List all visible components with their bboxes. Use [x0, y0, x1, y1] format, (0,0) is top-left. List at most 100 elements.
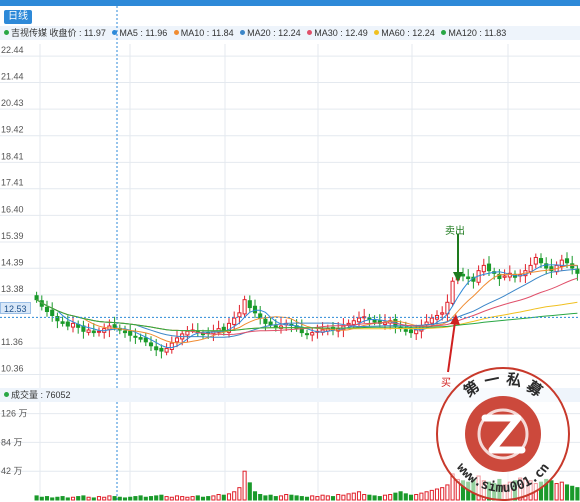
candle — [133, 335, 138, 338]
volume-bar — [232, 491, 237, 501]
volume-tick-label: 126 万 — [1, 409, 28, 419]
candle — [564, 258, 570, 264]
y-tick-label: 22.44 — [1, 45, 24, 55]
volume-bar — [174, 495, 180, 501]
volume-bar — [398, 491, 403, 501]
candle — [148, 342, 154, 347]
candle — [70, 322, 76, 328]
volume-bar — [200, 496, 206, 501]
volume-bar — [164, 496, 169, 501]
volume-bar — [346, 493, 351, 501]
candle — [429, 317, 434, 324]
volume-bar — [242, 470, 247, 501]
ma-line-ma20 — [36, 268, 578, 338]
candle — [440, 312, 445, 315]
volume-bar — [122, 497, 128, 501]
y-tick-label: 20.43 — [1, 98, 24, 108]
candle — [185, 330, 190, 336]
candle — [44, 306, 50, 313]
candle — [143, 337, 148, 343]
simu-watermark-seal: 第 一 私 募 www.simu001.cn — [436, 367, 570, 501]
volume-bar — [382, 494, 388, 501]
volume-bar — [128, 496, 133, 501]
volume-bar — [148, 496, 154, 501]
y-tick-label: 11.36 — [1, 337, 23, 347]
candle — [242, 299, 247, 315]
y-tick-label: 18.41 — [1, 151, 24, 161]
volume-bar — [310, 495, 315, 501]
sell-arrow-head-icon — [453, 272, 463, 282]
candle — [538, 258, 544, 264]
candle — [96, 330, 102, 333]
volume-bar — [138, 495, 143, 501]
volume-bar — [258, 494, 263, 501]
volume-bar — [70, 496, 76, 501]
candle — [128, 330, 133, 336]
volume-bar — [315, 496, 320, 501]
candle — [310, 332, 315, 336]
candle — [65, 321, 70, 327]
volume-bar — [34, 495, 39, 501]
volume-bar — [330, 496, 336, 501]
volume-bar — [341, 494, 346, 501]
candle — [164, 347, 169, 353]
candle — [304, 333, 310, 336]
volume-bar — [419, 492, 424, 501]
volume-bar — [216, 494, 221, 501]
volume-bar — [351, 492, 356, 501]
candle — [414, 329, 419, 335]
volume-bar — [60, 496, 65, 501]
volume-bar — [252, 491, 258, 501]
y-tick-label: 10.36 — [1, 364, 24, 374]
candle — [122, 330, 128, 334]
candle — [91, 330, 96, 334]
volume-bar — [65, 497, 70, 501]
candle — [346, 322, 351, 326]
y-tick-label: 21.44 — [1, 71, 24, 81]
y-tick-label: 14.39 — [1, 257, 24, 267]
volume-bar — [81, 495, 86, 501]
volume-bar — [169, 496, 174, 501]
volume-bar — [325, 495, 330, 501]
volume-tick-label: 42 万 — [1, 466, 23, 476]
volume-bar — [294, 495, 299, 501]
volume-bar — [414, 494, 419, 501]
candle — [502, 275, 507, 278]
candle — [533, 256, 538, 265]
candle — [466, 276, 471, 280]
candle — [138, 337, 143, 340]
volume-bar — [362, 494, 367, 501]
volume-bar — [320, 494, 325, 501]
candle — [60, 321, 65, 324]
volume-bar — [284, 494, 289, 501]
volume-bar — [211, 495, 216, 501]
candle — [356, 317, 362, 323]
volume-bar — [247, 482, 252, 501]
volume-bar — [117, 496, 122, 501]
crosshair-price-tag: 12.53 — [0, 302, 31, 314]
volume-bar — [102, 496, 107, 501]
volume-bar — [159, 494, 164, 501]
volume-bar — [44, 496, 50, 501]
volume-bar — [393, 492, 398, 501]
volume-bar — [76, 496, 81, 501]
volume-bar — [289, 494, 294, 501]
volume-bar — [133, 496, 138, 501]
volume-bar — [336, 494, 341, 501]
volume-bar — [55, 496, 60, 501]
volume-bar — [91, 497, 96, 501]
candle — [273, 325, 278, 328]
y-tick-label: 13.38 — [1, 284, 24, 294]
volume-bar — [268, 494, 273, 501]
volume-bar — [39, 496, 44, 501]
volume-bar — [263, 495, 268, 501]
volume-bar — [86, 496, 91, 501]
volume-bar — [221, 494, 226, 501]
volume-bar — [372, 495, 377, 501]
candle — [34, 295, 39, 301]
volume-bar — [408, 494, 414, 501]
volume-bar — [96, 496, 102, 501]
candle — [159, 347, 164, 352]
candle — [232, 317, 237, 325]
volume-bar — [403, 493, 408, 501]
